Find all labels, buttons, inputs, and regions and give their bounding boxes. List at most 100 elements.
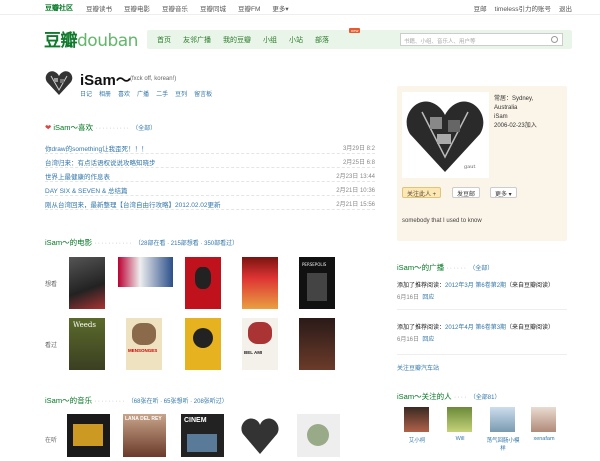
reply-link[interactable]: 回应 bbox=[422, 295, 434, 301]
nav-broadcast[interactable]: 友邻广播 bbox=[183, 35, 211, 45]
list-item: 世界上最健康的作息表 2月23日 13:44 bbox=[45, 168, 375, 182]
like-title[interactable]: 台湾归来：有点话语权说说攻略知晓步 bbox=[45, 157, 156, 167]
profile-card-avatar[interactable]: gaut bbox=[402, 92, 489, 178]
movie-poster[interactable] bbox=[69, 257, 105, 309]
following-name[interactable]: xenafam bbox=[527, 436, 561, 442]
broadcast-suffix: （来自豆瓣阅读） bbox=[506, 325, 555, 331]
music-meta[interactable]: （68张在听 · 65张想听 · 208张听过） bbox=[128, 399, 228, 405]
like-title[interactable]: 世界上最健康的作息表 bbox=[45, 171, 110, 181]
profile-link-secondhand[interactable]: 二手 bbox=[156, 89, 168, 98]
nav-home[interactable]: 首页 bbox=[157, 35, 171, 45]
logout-link[interactable]: 退出 bbox=[559, 3, 572, 13]
top-account: 豆邮 timeless引力的账号 退出 bbox=[474, 3, 572, 13]
profile-link-board[interactable]: 留言板 bbox=[194, 89, 212, 98]
likes-title: ❤ iSam～喜欢 ·········· （全部） bbox=[45, 123, 157, 132]
movie-poster[interactable] bbox=[299, 318, 335, 370]
top-nav-location[interactable]: 豆瓣同城 bbox=[200, 3, 226, 13]
album-cover[interactable]: LANA DEL REY bbox=[123, 414, 166, 457]
album-cover[interactable] bbox=[297, 414, 340, 457]
movie-poster[interactable] bbox=[242, 257, 278, 309]
profile-links: 日记 相册 喜欢 广播 二手 豆列 留言板 bbox=[80, 89, 212, 98]
follow-car-link[interactable]: 关注豆瓣汽车站 bbox=[397, 363, 439, 372]
reply-link[interactable]: 回应 bbox=[422, 337, 434, 343]
like-title[interactable]: 刚从台湾回来，最新整理【台湾自由行攻略】2012.02.02更新 bbox=[45, 199, 221, 209]
info-location-country: Australia bbox=[494, 105, 518, 111]
list-item: 台湾归来：有点话语权说说攻略知晓步 2月25日 6:8 bbox=[45, 154, 375, 168]
nav-mine[interactable]: 我的豆瓣 bbox=[223, 35, 251, 45]
send-mail-button[interactable]: 发豆邮 bbox=[452, 187, 481, 198]
top-nav-fm[interactable]: 豆瓣FM bbox=[238, 3, 260, 13]
avatar[interactable] bbox=[531, 407, 556, 432]
brand-link[interactable]: 豆瓣社区 bbox=[45, 3, 73, 13]
movie-poster[interactable] bbox=[185, 318, 221, 370]
logo-en: douban bbox=[77, 31, 138, 51]
likes-list: 你draw的something让我歪死！！！ 3月29日 8:2 台湾归来：有点… bbox=[45, 140, 375, 210]
follow-button[interactable]: 关注此人 + bbox=[402, 187, 442, 198]
movie-poster[interactable]: PERSEPOLIS bbox=[299, 257, 335, 309]
following-name[interactable]: 艾小柯 bbox=[400, 436, 434, 444]
following-name[interactable]: 荡气回肠小模样 bbox=[486, 436, 520, 452]
broadcast-date: 6月16日 bbox=[397, 295, 420, 301]
following-name[interactable]: Will bbox=[443, 436, 477, 442]
like-date: 2月21日 15:56 bbox=[336, 202, 375, 208]
profile-link-broadcast[interactable]: 广播 bbox=[137, 89, 149, 98]
list-item: 你draw的something让我歪死！！！ 3月29日 8:2 bbox=[45, 140, 375, 154]
like-title[interactable]: 你draw的something让我歪死！！！ bbox=[45, 143, 148, 153]
profile-link-photos[interactable]: 相册 bbox=[99, 89, 111, 98]
avatar[interactable] bbox=[490, 407, 515, 432]
movie-poster[interactable]: MENSONGES bbox=[126, 318, 162, 370]
following-all-link[interactable]: （全部81） bbox=[470, 395, 501, 401]
signature: somebody that I used to know bbox=[402, 218, 482, 224]
album-cover[interactable] bbox=[67, 414, 110, 457]
more-button[interactable]: 更多 ▾ bbox=[490, 187, 517, 198]
info-joined: 2006-02-23加入 bbox=[494, 123, 537, 129]
logo-cn: 豆瓣 bbox=[44, 31, 78, 50]
likes-all-link[interactable]: （全部） bbox=[132, 126, 156, 132]
broadcast-suffix: （来自豆瓣阅读） bbox=[506, 283, 555, 289]
like-title[interactable]: DAY SIX & SEVEN & 总结篇 bbox=[45, 185, 127, 195]
douban-logo[interactable]: 豆瓣douban bbox=[44, 26, 138, 51]
movie-poster[interactable] bbox=[118, 257, 173, 287]
new-badge: new bbox=[349, 28, 361, 33]
top-nav-more[interactable]: 更多▾ bbox=[272, 3, 288, 13]
nav-site[interactable]: 小站 bbox=[289, 35, 303, 45]
heart-icon: ❤ bbox=[45, 123, 52, 132]
broadcast-link[interactable]: 2012年3月 第6卷第2期 bbox=[445, 283, 506, 289]
movie-poster[interactable]: BEL AMI bbox=[242, 318, 278, 370]
search-input[interactable]: 书籍、小组、音乐人、用户等 bbox=[400, 33, 563, 46]
following-title-text: iSam～关注的人 bbox=[397, 392, 452, 401]
nav-tribe[interactable]: 部落 bbox=[315, 35, 329, 45]
profile-card: gaut 常居：Sydney, Australia iSam 2006-02-2… bbox=[397, 86, 567, 241]
avatar[interactable] bbox=[45, 70, 73, 96]
top-nav-movie[interactable]: 豆瓣电影 bbox=[124, 3, 150, 13]
movies-title-text: iSam～的电影 bbox=[45, 238, 93, 247]
profile-link-diary[interactable]: 日记 bbox=[80, 89, 92, 98]
divider bbox=[397, 309, 567, 310]
row-label-seen: 看过 bbox=[45, 343, 58, 349]
top-nav-book[interactable]: 豆瓣读书 bbox=[86, 3, 112, 13]
movie-poster[interactable] bbox=[185, 257, 221, 309]
broadcast-link[interactable]: 2012年4月 第6卷第3期 bbox=[445, 325, 506, 331]
top-nav-music[interactable]: 豆瓣音乐 bbox=[162, 3, 188, 13]
broadcast-item: 添加了推荐阅读：2012年4月 第6卷第3期（来自豆瓣阅读） 6月16日 回应 bbox=[397, 322, 567, 343]
broadcast-all-link[interactable]: （全部） bbox=[469, 266, 493, 272]
album-cover[interactable] bbox=[239, 414, 282, 457]
account-link[interactable]: timeless引力的账号 bbox=[495, 3, 551, 13]
album-cover[interactable]: CINEM bbox=[181, 414, 224, 457]
movies-meta[interactable]: （28部在看 · 215部想看 · 350部看过） bbox=[135, 241, 238, 247]
row-label-want: 想看 bbox=[45, 282, 58, 288]
search-icon[interactable] bbox=[551, 36, 558, 43]
divider bbox=[397, 354, 567, 355]
svg-text:gaut: gaut bbox=[464, 164, 475, 170]
avatar[interactable] bbox=[404, 407, 429, 432]
mail-link[interactable]: 豆邮 bbox=[474, 3, 487, 13]
broadcast-title: iSam～的广播 ······ （全部） bbox=[397, 263, 494, 272]
following-title: iSam～关注的人 ···· （全部81） bbox=[397, 392, 501, 401]
likes-title-text: iSam～喜欢 bbox=[53, 123, 93, 132]
profile-link-likes[interactable]: 喜欢 bbox=[118, 89, 130, 98]
profile-link-doulist[interactable]: 豆列 bbox=[175, 89, 187, 98]
avatar[interactable] bbox=[447, 407, 472, 432]
profile-info: 常居：Sydney, Australia iSam 2006-02-23加入 bbox=[494, 95, 537, 131]
nav-group[interactable]: 小组 bbox=[263, 35, 277, 45]
movie-poster[interactable]: Weeds bbox=[69, 318, 105, 370]
